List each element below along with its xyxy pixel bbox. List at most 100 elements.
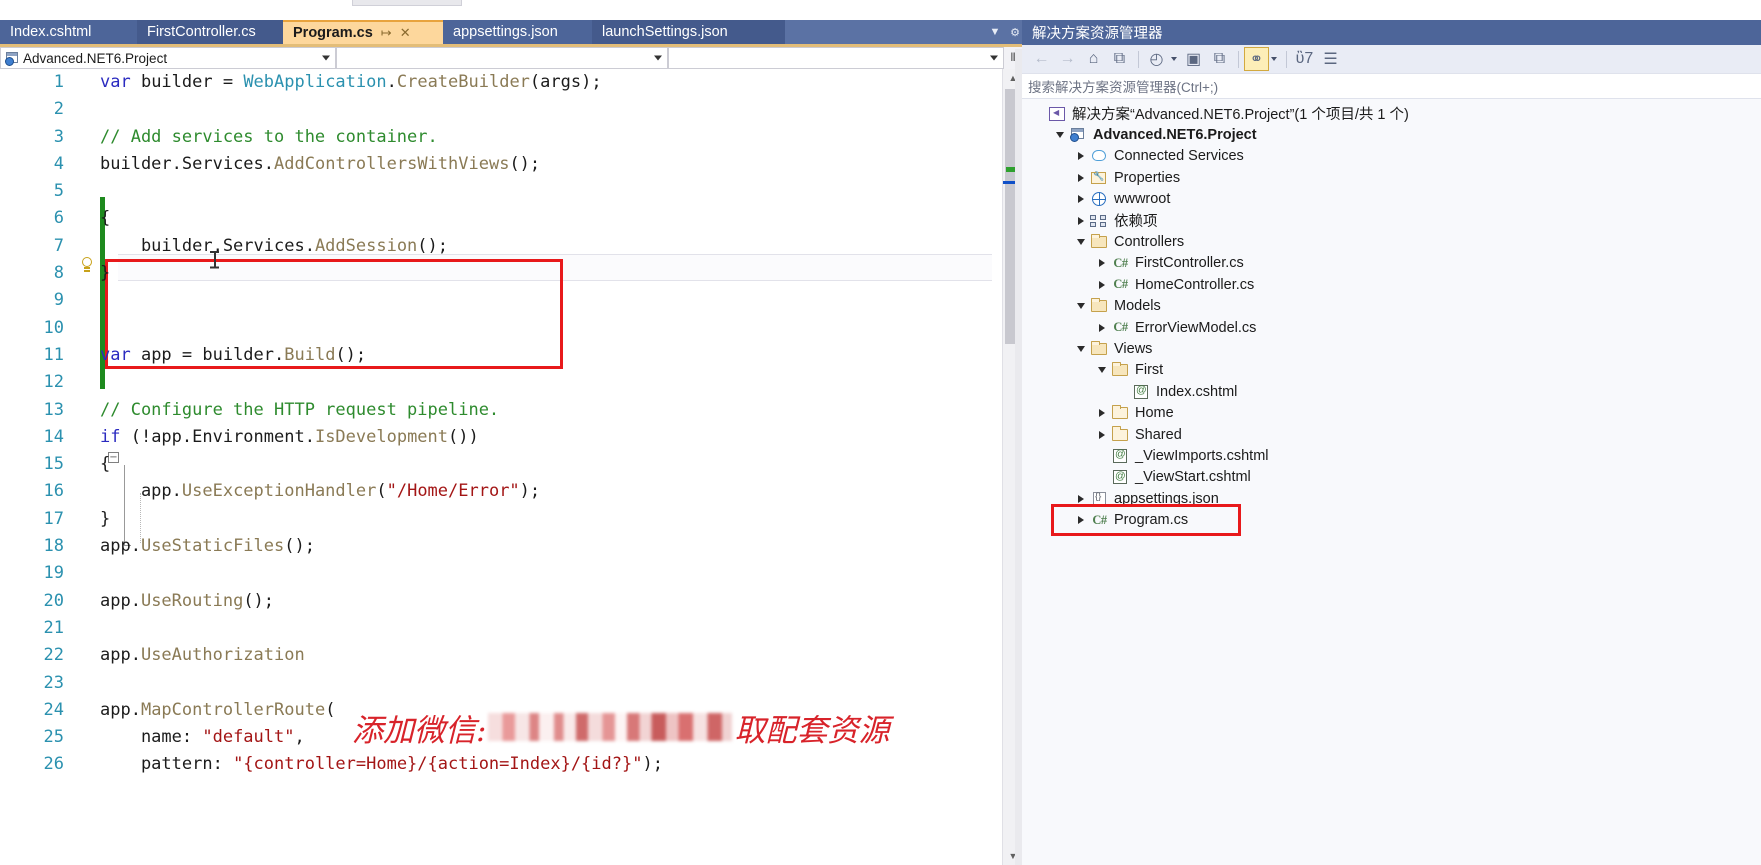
tree-item[interactable]: Views — [1022, 338, 1761, 359]
code-line[interactable]: 14 if (!app.Environment.IsDevelopment()) — [0, 424, 663, 451]
code-editor-surface[interactable]: − 1 var builder = WebApplication.CreateBu… — [0, 69, 1002, 865]
code-line[interactable]: 23 — [0, 670, 663, 697]
properties-icon[interactable]: ὒ7 — [1292, 47, 1317, 71]
toolbar-separator — [1286, 50, 1287, 68]
chevron-down-icon[interactable] — [1095, 364, 1108, 377]
code-token: name: — [100, 727, 203, 748]
code-token: // Add services to the container. — [100, 126, 438, 147]
pending-changes-filter-icon[interactable]: ◴ — [1144, 47, 1169, 71]
code-line[interactable]: 3 // Add services to the container. — [0, 124, 663, 151]
code-line[interactable]: 17} — [0, 506, 663, 533]
code-token: var — [100, 72, 141, 92]
glyph-margin — [78, 69, 100, 96]
close-tab-icon[interactable]: ✕ — [400, 25, 411, 41]
glyph-margin — [78, 369, 100, 396]
code-line[interactable]: 11 var app = builder.Build(); — [0, 342, 663, 369]
view-class-diagram-icon[interactable]: ⚭ — [1244, 47, 1269, 71]
tree-item[interactable]: _ViewImports.cshtml — [1022, 445, 1761, 466]
code-line[interactable]: 10 — [0, 315, 663, 342]
solution-tree[interactable]: 解决方案“Advanced.NET6.Project”(1 个项目/共 1 个)… — [1022, 99, 1761, 865]
tree-item[interactable]: Shared — [1022, 424, 1761, 445]
code-line-text: if (!app.Environment.IsDevelopment()) — [100, 424, 663, 451]
preview-selected-items-icon[interactable]: ☰ — [1318, 47, 1343, 71]
tab-index-cshtml[interactable]: Index.cshtml — [0, 20, 137, 44]
tree-item[interactable]: 解决方案“Advanced.NET6.Project”(1 个项目/共 1 个) — [1022, 103, 1761, 124]
code-line[interactable]: 15 { — [0, 451, 663, 478]
code-line[interactable]: 2 — [0, 96, 663, 123]
code-line[interactable]: 20 app.UseRouting(); — [0, 588, 663, 615]
line-number: 15 — [43, 454, 64, 475]
chevron-right-icon[interactable] — [1095, 407, 1108, 420]
refresh-icon[interactable]: ⧉ — [1207, 47, 1232, 71]
chevron-down-icon[interactable] — [1053, 129, 1066, 142]
tree-item[interactable]: C# FirstController.cs — [1022, 253, 1761, 274]
type-dropdown[interactable] — [336, 47, 668, 69]
tab-firstcontroller-cs[interactable]: FirstController.cs — [137, 20, 283, 44]
folder-open-icon — [1111, 361, 1130, 378]
tab-launchsettings-json[interactable]: launchSettings.json — [592, 20, 785, 44]
tree-item-label: Properties — [1114, 169, 1181, 186]
tree-item[interactable]: C# ErrorViewModel.cs — [1022, 317, 1761, 338]
show-all-files-icon[interactable]: ▣ — [1181, 47, 1206, 71]
code-line[interactable]: 1 var builder = WebApplication.CreateBuil… — [0, 69, 663, 96]
tree-item[interactable]: Models — [1022, 296, 1761, 317]
chevron-down-icon[interactable] — [1171, 57, 1177, 61]
tree-item-label: Controllers — [1114, 234, 1185, 251]
sync-with-active-document-icon[interactable]: ⧉ — [1107, 47, 1132, 71]
code-line-text: name: "default", — [100, 724, 663, 751]
chevron-right-icon[interactable] — [1074, 193, 1087, 206]
tree-item[interactable]: Controllers — [1022, 231, 1761, 252]
chevron-down-icon[interactable] — [1074, 342, 1087, 355]
code-line[interactable]: 22 app.UseAuthorization — [0, 642, 663, 669]
home-icon[interactable]: ⌂ — [1081, 47, 1106, 71]
chevron-right-icon[interactable] — [1095, 257, 1108, 270]
code-line[interactable]: 9 — [0, 287, 663, 314]
chevron-right-icon[interactable] — [1074, 150, 1087, 163]
tab-program-cs[interactable]: Program.cs ↦ ✕ — [283, 20, 443, 44]
chevron-right-icon[interactable] — [1095, 278, 1108, 291]
tree-item[interactable]: wwwroot — [1022, 189, 1761, 210]
code-line[interactable]: 13 // Configure the HTTP request pipeline… — [0, 397, 663, 424]
code-line[interactable]: 21 — [0, 615, 663, 642]
code-line[interactable]: 12 — [0, 369, 663, 396]
chevron-right-icon[interactable] — [1095, 321, 1108, 334]
member-dropdown[interactable] — [668, 47, 1004, 69]
code-line[interactable]: 26 pattern: "{controller=Home}/{action=I… — [0, 751, 663, 778]
chevron-down-icon[interactable] — [1074, 236, 1087, 249]
code-line[interactable]: 8} — [0, 260, 663, 287]
chevron-right-icon[interactable] — [1074, 492, 1087, 505]
tree-item[interactable]: _ViewStart.cshtml — [1022, 467, 1761, 488]
chevron-right-icon[interactable] — [1095, 428, 1108, 441]
tree-item[interactable]: Advanced.NET6.Project — [1022, 124, 1761, 145]
solution-explorer-search-box[interactable]: 搜索解决方案资源管理器(Ctrl+;) — [1022, 74, 1761, 99]
tree-item-label: _ViewImports.cshtml — [1135, 447, 1269, 464]
tree-item[interactable]: appsettings.json — [1022, 488, 1761, 509]
tree-item[interactable]: Connected Services — [1022, 146, 1761, 167]
code-line[interactable]: 4 builder.Services.AddControllersWithView… — [0, 151, 663, 178]
project-dropdown[interactable]: Advanced.NET6.Project — [0, 47, 336, 69]
code-line[interactable]: 6{ — [0, 205, 663, 232]
tree-item[interactable]: First — [1022, 360, 1761, 381]
code-line[interactable]: 16 app.UseExceptionHandler("/Home/Error"… — [0, 478, 663, 505]
tab-appsettings-json[interactable]: appsettings.json — [443, 20, 592, 44]
tree-item[interactable]: Index.cshtml — [1022, 381, 1761, 402]
tree-item[interactable]: Home — [1022, 402, 1761, 423]
code-line[interactable]: 5 — [0, 178, 663, 205]
chevron-down-icon[interactable]: ▼ — [985, 22, 1005, 42]
tree-item[interactable]: 依赖项 — [1022, 210, 1761, 231]
chevron-down-icon[interactable] — [1074, 300, 1087, 313]
chevron-right-icon[interactable] — [1074, 514, 1087, 527]
chevron-down-icon[interactable] — [1271, 57, 1277, 61]
chevron-right-icon[interactable] — [1074, 171, 1087, 184]
code-line[interactable]: 18 app.UseStaticFiles(); — [0, 533, 663, 560]
code-line[interactable]: 7 builder.Services.AddSession(); — [0, 233, 663, 260]
chevron-right-icon[interactable] — [1074, 214, 1087, 227]
code-line[interactable]: 19 — [0, 560, 663, 587]
tree-item[interactable]: C# Program.cs — [1022, 509, 1761, 530]
tree-item[interactable]: Properties — [1022, 167, 1761, 188]
code-line[interactable]: 25 name: "default", — [0, 724, 663, 751]
pin-tab-icon[interactable]: ↦ — [381, 25, 392, 41]
code-line[interactable]: 24 app.MapControllerRoute( — [0, 697, 663, 724]
tree-item[interactable]: C# HomeController.cs — [1022, 274, 1761, 295]
